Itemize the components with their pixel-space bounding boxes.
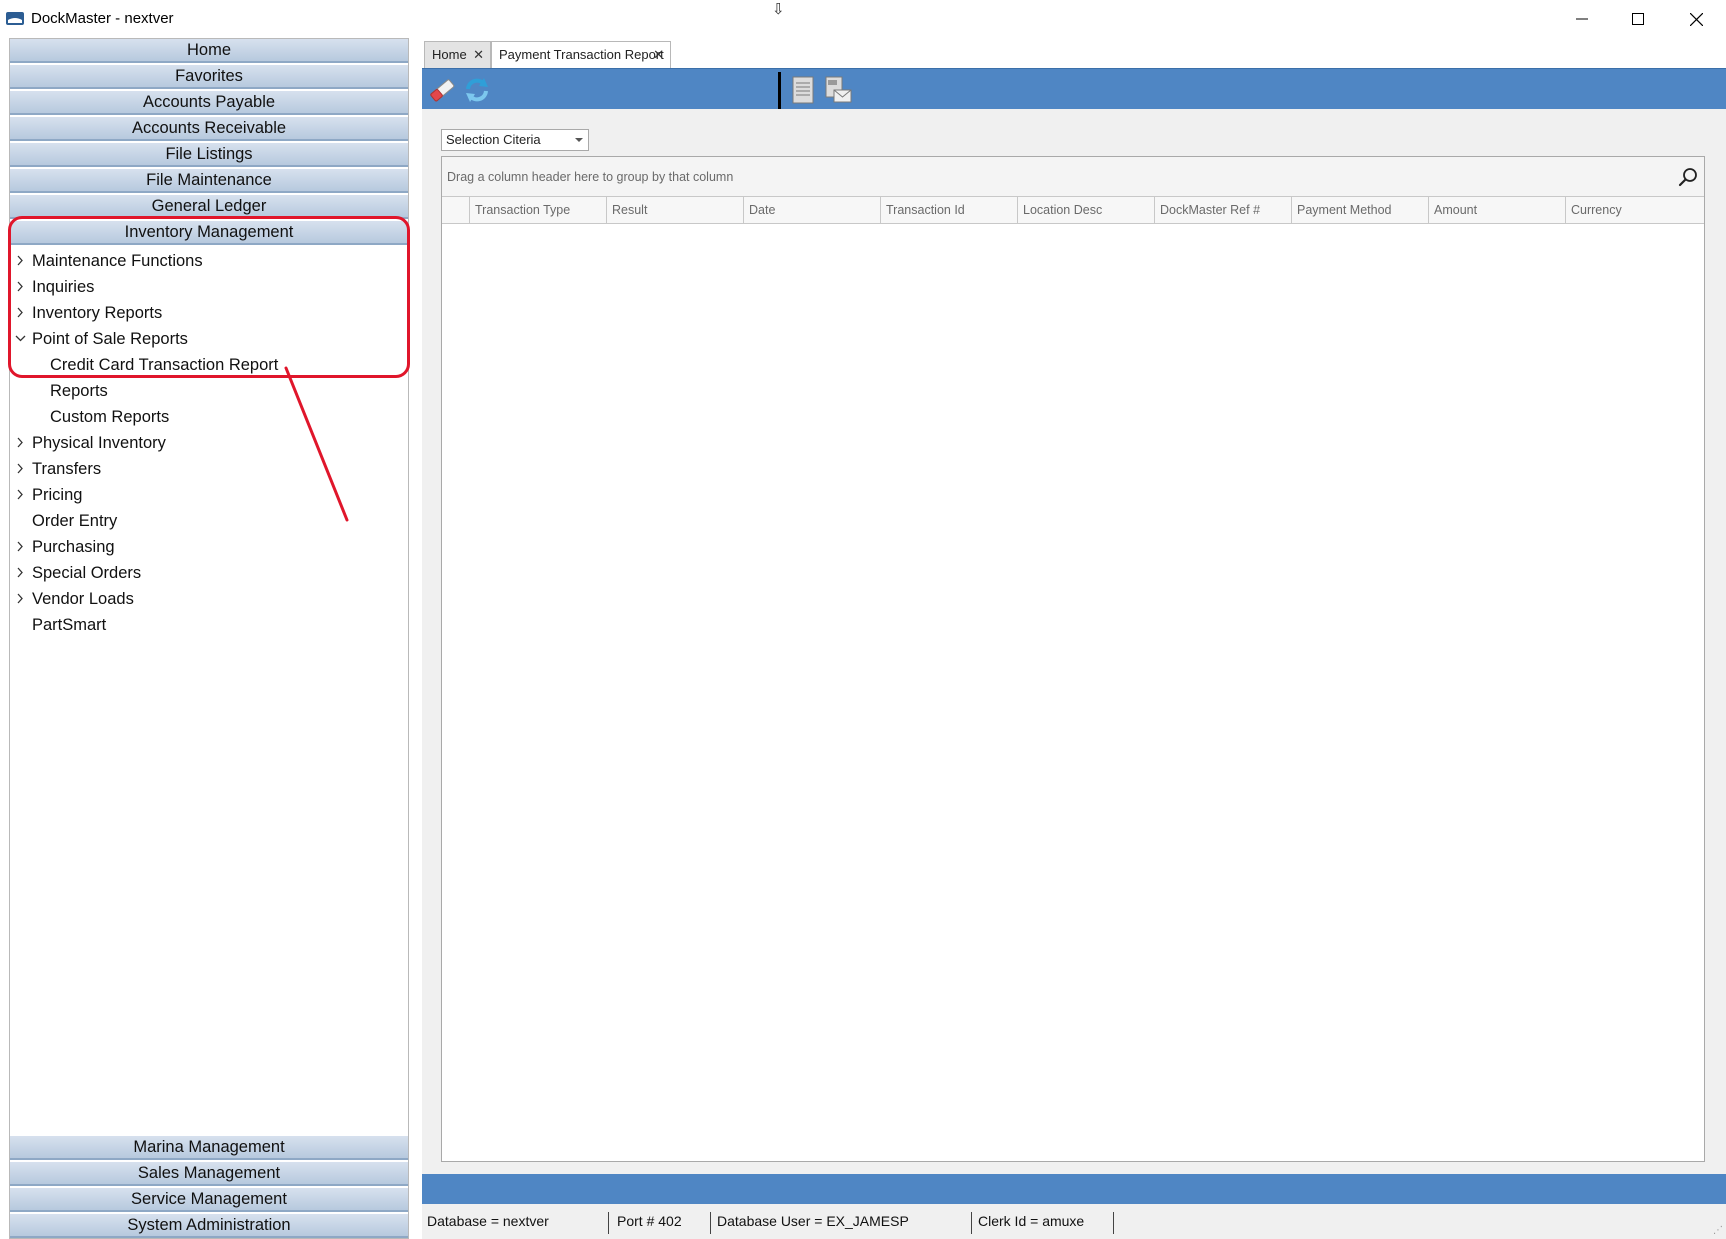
toolbar-separator [778, 72, 781, 109]
title-bar: DockMaster - nextver ⇩ [0, 0, 1726, 38]
chevron-down-icon [15, 335, 26, 342]
tab-home[interactable]: Home ✕ [424, 41, 491, 68]
status-separator [1113, 1212, 1114, 1234]
status-database: Database = nextver [427, 1213, 549, 1229]
close-icon [1689, 12, 1703, 26]
column-header-transaction-type[interactable]: Transaction Type [470, 197, 607, 223]
chevron-right-icon [17, 489, 23, 500]
maximize-icon [1632, 13, 1644, 25]
search-icon[interactable] [1678, 167, 1698, 187]
chevron-right-icon [17, 541, 23, 552]
minimize-button[interactable] [1554, 0, 1610, 38]
refresh-icon[interactable] [462, 75, 492, 105]
close-window-button[interactable] [1668, 0, 1724, 38]
nav-section-file-listings[interactable]: File Listings [10, 143, 408, 167]
nav-section-favorites[interactable]: Favorites [10, 65, 408, 89]
group-by-hint: Drag a column header here to group by th… [447, 170, 734, 184]
row-indicator-header [442, 197, 470, 223]
nav-section-general-ledger[interactable]: General Ledger [10, 195, 408, 219]
resize-cursor-icon: ⇩ [772, 1, 785, 18]
window-title: DockMaster - nextver [31, 10, 174, 27]
transaction-grid: Drag a column header here to group by th… [441, 156, 1705, 1162]
chevron-right-icon [17, 255, 23, 266]
nav-section-service-management[interactable]: Service Management [10, 1188, 408, 1212]
report-icon[interactable] [788, 75, 818, 105]
content-footer-bar [422, 1174, 1726, 1204]
nav-section-inventory-management[interactable]: Inventory Management [10, 221, 408, 245]
selection-criteria-value: Selection Citeria [446, 132, 541, 147]
chevron-right-icon [17, 463, 23, 474]
chevron-right-icon [17, 437, 23, 448]
status-port: Port # 402 [617, 1213, 682, 1229]
chevron-right-icon [17, 281, 23, 292]
tab-label: Home [432, 47, 467, 62]
nav-section-sales-management[interactable]: Sales Management [10, 1162, 408, 1186]
nav-section-accounts-receivable[interactable]: Accounts Receivable [10, 117, 408, 141]
chevron-right-icon [17, 567, 23, 578]
column-header-location-desc[interactable]: Location Desc [1018, 197, 1155, 223]
report-content-area: Selection Citeria Drag a column header h… [422, 109, 1726, 1174]
minimize-icon [1576, 18, 1588, 20]
status-separator [971, 1212, 972, 1234]
document-tab-strip: Home ✕ Payment Transaction Report ✕ [422, 38, 1726, 69]
status-clerk: Clerk Id = amuxe [978, 1213, 1085, 1229]
report-toolbar [422, 68, 1726, 109]
email-pdf-icon[interactable] [823, 75, 853, 105]
status-db-user: Database User = EX_JAMESP [717, 1213, 909, 1229]
navigation-sidebar: Home Favorites Accounts Payable Accounts… [9, 38, 409, 1239]
group-by-panel[interactable]: Drag a column header here to group by th… [442, 157, 1704, 197]
status-separator [608, 1212, 609, 1234]
eraser-icon[interactable] [427, 75, 457, 105]
maximize-button[interactable] [1610, 0, 1666, 38]
nav-section-file-maintenance[interactable]: File Maintenance [10, 169, 408, 193]
tab-label: Payment Transaction Report [499, 47, 664, 62]
tab-payment-transaction-report[interactable]: Payment Transaction Report ✕ [491, 41, 671, 69]
close-tab-icon[interactable]: ✕ [473, 42, 484, 68]
status-bar: Database = nextver Port # 402 Database U… [422, 1204, 1726, 1239]
column-header-currency[interactable]: Currency [1566, 197, 1704, 223]
column-header-amount[interactable]: Amount [1429, 197, 1566, 223]
column-header-result[interactable]: Result [607, 197, 744, 223]
selection-criteria-dropdown[interactable]: Selection Citeria [441, 129, 589, 151]
column-header-payment-method[interactable]: Payment Method [1292, 197, 1429, 223]
column-header-transaction-id[interactable]: Transaction Id [881, 197, 1018, 223]
dockmaster-logo-icon [6, 12, 24, 25]
nav-section-home[interactable]: Home [10, 39, 408, 63]
close-tab-icon[interactable]: ✕ [653, 42, 664, 68]
chevron-right-icon [17, 593, 23, 604]
chevron-right-icon [17, 307, 23, 318]
dropdown-arrow-icon [575, 138, 583, 142]
column-header-row: Transaction Type Result Date Transaction… [442, 197, 1704, 224]
status-separator [710, 1212, 711, 1234]
column-header-date[interactable]: Date [744, 197, 881, 223]
resize-grip-icon[interactable]: ⋰ [1713, 1225, 1723, 1236]
nav-section-system-administration[interactable]: System Administration [10, 1214, 408, 1238]
nav-section-marina-management[interactable]: Marina Management [10, 1136, 408, 1160]
column-header-dockmaster-ref[interactable]: DockMaster Ref # [1155, 197, 1292, 223]
nav-section-accounts-payable[interactable]: Accounts Payable [10, 91, 408, 115]
